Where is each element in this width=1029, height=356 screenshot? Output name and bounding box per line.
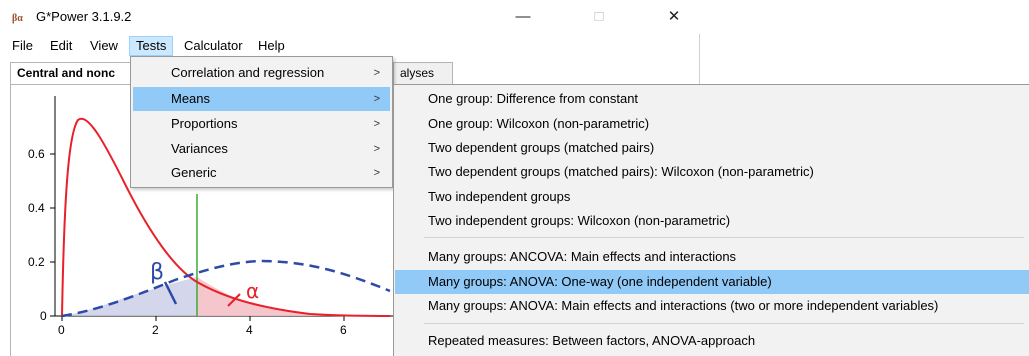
menu-item-means[interactable]: Means > (133, 87, 390, 111)
menu-item-variances[interactable]: Variances > (133, 137, 390, 161)
minimize-button[interactable]: — (500, 4, 546, 30)
title-bar: βα G*Power 3.1.9.2 — □ ✕ (0, 0, 700, 34)
submenu-item-many-groups-anova-one-way[interactable]: Many groups: ANOVA: One-way (one indepen… (395, 270, 1029, 294)
menu-separator (424, 237, 1024, 238)
menu-item-proportions[interactable]: Proportions > (133, 112, 390, 136)
submenu-item-many-groups-ancova[interactable]: Many groups: ANCOVA: Main effects and in… (395, 245, 1029, 269)
tab-protocol-of-power-analyses[interactable]: alyses (393, 62, 453, 84)
submenu-item-two-independent-groups[interactable]: Two independent groups (395, 185, 1029, 209)
submenu-item-repeated-measures-between[interactable]: Repeated measures: Between factors, ANOV… (395, 329, 1029, 353)
submenu-arrow-icon: > (373, 118, 380, 130)
menu-item-label: Variances (171, 141, 228, 156)
x-tick-label: 0 (58, 323, 65, 337)
menu-view[interactable]: View (84, 36, 124, 56)
tests-menu-dropdown: Correlation and regression > Means > Pro… (130, 56, 393, 188)
menu-item-label: Correlation and regression (171, 65, 325, 80)
submenu-arrow-icon: > (373, 143, 380, 155)
tab-central-noncentral[interactable]: Central and nonc (10, 62, 132, 84)
menu-bar: File Edit View Tests Calculator Help (0, 34, 700, 56)
x-tick-label: 6 (340, 323, 347, 337)
submenu-arrow-icon: > (373, 93, 380, 105)
submenu-item-two-dependent-wilcoxon[interactable]: Two dependent groups (matched pairs): Wi… (395, 160, 1029, 184)
submenu-item-two-independent-wilcoxon[interactable]: Two independent groups: Wilcoxon (non-pa… (395, 209, 1029, 233)
menu-file[interactable]: File (6, 36, 39, 56)
menu-item-label: Proportions (171, 116, 238, 131)
svg-text:βα: βα (12, 13, 23, 24)
y-tick-label: 0.4 (28, 201, 45, 215)
menu-calculator[interactable]: Calculator (178, 36, 249, 56)
alpha-region (197, 277, 350, 316)
close-button[interactable]: ✕ (651, 4, 697, 30)
submenu-item-one-group-difference[interactable]: One group: Difference from constant (395, 87, 1029, 111)
x-tick-label: 2 (152, 323, 159, 337)
gpower-app-icon: βα (12, 10, 30, 24)
menu-help[interactable]: Help (252, 36, 291, 56)
menu-item-label: Generic (171, 165, 217, 180)
y-tick-label: 0.2 (28, 255, 45, 269)
submenu-item-one-group-wilcoxon[interactable]: One group: Wilcoxon (non-parametric) (395, 112, 1029, 136)
submenu-arrow-icon: > (373, 167, 380, 179)
means-submenu: One group: Difference from constant One … (393, 84, 1029, 356)
beta-label: β (150, 260, 164, 285)
menu-separator (424, 323, 1024, 324)
maximize-button[interactable]: □ (576, 4, 622, 30)
menu-tests[interactable]: Tests (129, 36, 174, 56)
x-tick-label: 4 (246, 323, 253, 337)
submenu-item-many-groups-anova-main-effects[interactable]: Many groups: ANOVA: Main effects and int… (395, 294, 1029, 318)
menu-item-correlation-regression[interactable]: Correlation and regression > (133, 61, 390, 85)
window-title: G*Power 3.1.9.2 (36, 9, 132, 24)
submenu-item-two-dependent-groups[interactable]: Two dependent groups (matched pairs) (395, 136, 1029, 160)
menu-edit[interactable]: Edit (44, 36, 78, 56)
menu-item-generic[interactable]: Generic > (133, 161, 390, 185)
menu-item-label: Means (171, 91, 211, 106)
y-tick-label: 0 (40, 309, 47, 323)
y-tick-label: 0.6 (28, 147, 45, 161)
submenu-arrow-icon: > (373, 67, 380, 79)
alpha-label: α (246, 279, 259, 303)
